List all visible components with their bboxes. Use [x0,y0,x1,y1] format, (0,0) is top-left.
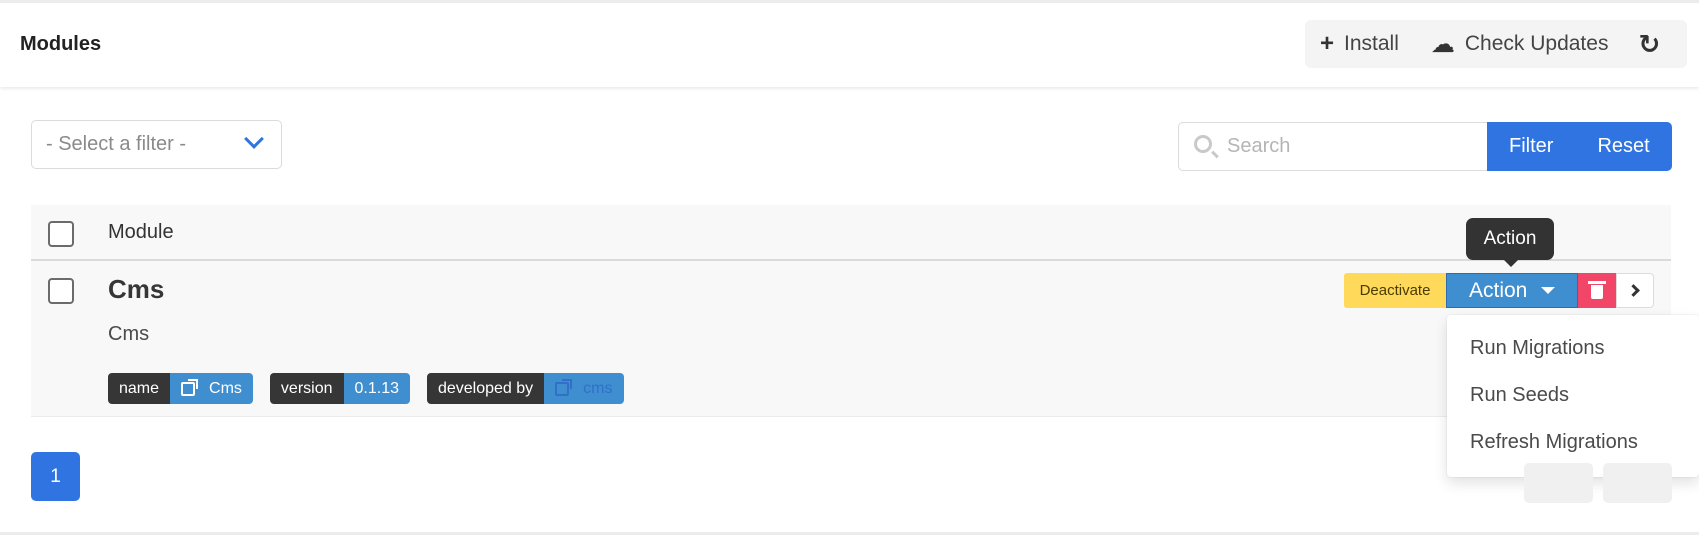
filter-select-value: - Select a filter - [46,133,187,155]
tag-developer: developed by cms [426,373,624,404]
pagination-page-1[interactable]: 1 [31,452,80,501]
menu-item-refresh-migrations[interactable]: Refresh Migrations [1447,419,1699,466]
search-icon [1194,135,1212,153]
filter-button[interactable]: Filter [1487,122,1575,171]
refresh-button[interactable]: ↻ [1638,29,1660,60]
plus-icon: + [1320,30,1335,57]
search-box [1178,122,1487,171]
reset-button[interactable]: Reset [1575,122,1671,171]
header-toolbar: + Install ☁ Check Updates ↻ [1305,20,1687,68]
row-checkbox[interactable] [48,278,74,304]
tag-value: 0.1.13 [343,373,410,404]
tag-value: cms [583,380,613,397]
external-link-icon [555,378,573,396]
check-updates-label: Check Updates [1464,32,1609,55]
action-label: Action [1469,278,1528,302]
column-header-module: Module [108,221,174,243]
page-header: Modules + Install ☁ Check Updates ↻ [0,3,1699,87]
pagination-next[interactable] [1603,463,1672,503]
caret-down-icon [1541,287,1556,294]
cloud-download-icon: ☁ [1430,30,1455,58]
tag-name: name Cms [108,373,253,404]
tag-value: Cms [209,380,242,397]
table-header: Module [31,205,1671,261]
action-tooltip: Action [1466,218,1554,267]
menu-item-run-migrations[interactable]: Run Migrations [1447,325,1699,372]
action-dropdown-button[interactable]: Action [1446,273,1578,308]
select-all-checkbox[interactable] [48,221,74,247]
external-link-icon [181,378,199,396]
details-button[interactable] [1616,273,1654,308]
deactivate-button[interactable]: Deactivate [1344,273,1446,308]
module-name: Cms [108,274,165,304]
modules-page: Modules + Install ☁ Check Updates ↻ - Se… [0,0,1699,535]
action-dropdown-menu: Run Migrations Run Seeds Refresh Migrati… [1447,315,1699,477]
install-label: Install [1344,32,1399,55]
chevron-down-icon [244,129,264,149]
module-description: Cms [108,323,150,345]
install-button[interactable]: + Install [1320,30,1399,58]
page-title: Modules [20,33,102,55]
search-input[interactable] [1227,123,1482,170]
tag-value-link[interactable]: cms [544,373,624,404]
tag-version: version 0.1.13 [269,373,410,404]
menu-item-run-seeds[interactable]: Run Seeds [1447,372,1699,419]
chevron-right-icon [1626,284,1640,297]
trash-icon [1588,281,1606,299]
tag-key: version [269,373,344,404]
pagination-previous[interactable] [1524,463,1593,503]
check-updates-button[interactable]: ☁ Check Updates [1431,30,1609,59]
filter-button-group: Filter Reset [1487,122,1672,171]
filter-select[interactable]: - Select a filter - [31,120,282,169]
tag-key: developed by [426,373,545,404]
tag-value-link[interactable]: Cms [170,373,253,404]
refresh-icon: ↻ [1638,28,1661,59]
delete-button[interactable] [1578,273,1616,308]
module-tags: name Cms version 0.1.13 developed by cms [108,373,641,404]
tag-key: name [108,373,171,404]
